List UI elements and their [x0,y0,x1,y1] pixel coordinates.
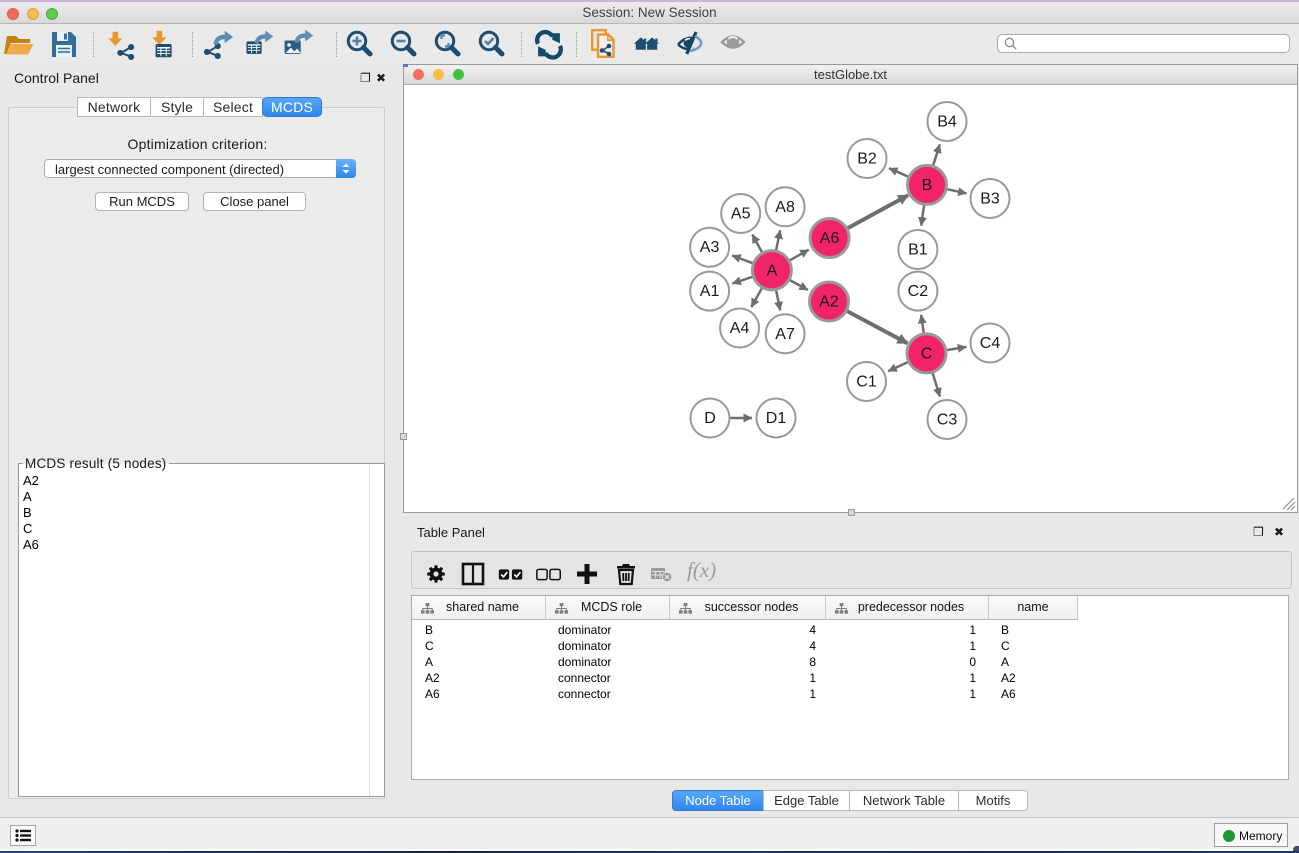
svg-text:C3: C3 [937,412,958,429]
svg-text:C4: C4 [980,335,1001,352]
svg-text:A8: A8 [775,199,795,216]
svg-text:A: A [767,262,778,279]
svg-text:B: B [922,177,933,194]
svg-text:B3: B3 [980,191,1000,208]
svg-text:C: C [921,345,933,362]
svg-text:B2: B2 [857,151,877,168]
svg-text:B4: B4 [937,114,957,131]
svg-text:A4: A4 [730,320,750,337]
svg-text:A2: A2 [819,294,839,311]
svg-text:B1: B1 [908,242,928,259]
svg-text:A3: A3 [700,239,720,256]
svg-text:A5: A5 [731,206,751,223]
svg-text:A6: A6 [820,230,840,247]
svg-text:D: D [704,410,716,427]
svg-text:C2: C2 [908,283,929,300]
svg-text:A7: A7 [775,326,795,343]
svg-text:D1: D1 [766,410,787,427]
svg-text:C1: C1 [856,374,877,391]
svg-text:A1: A1 [700,283,720,300]
